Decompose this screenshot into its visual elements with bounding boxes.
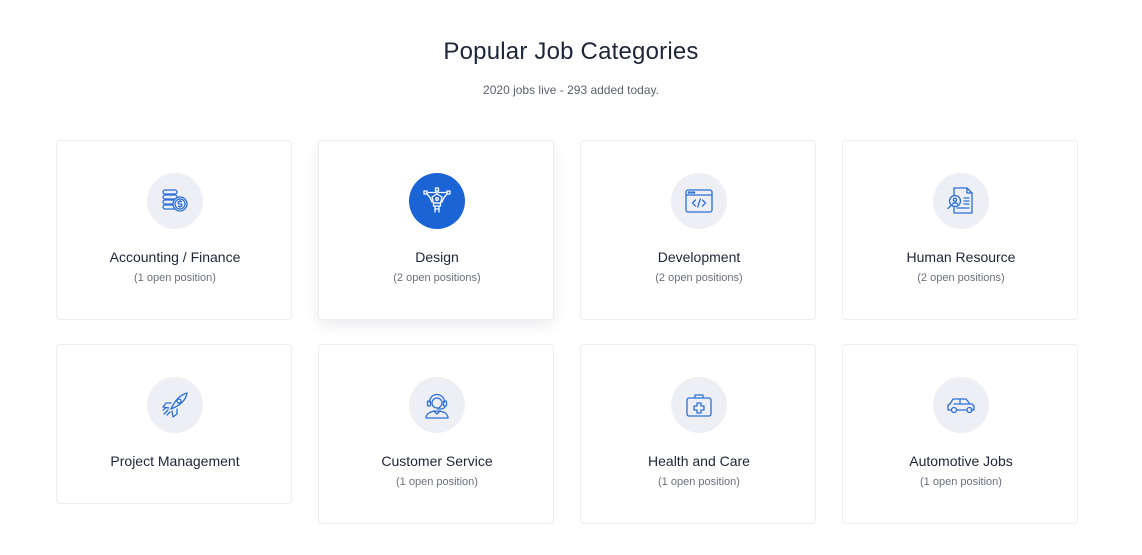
resume-search-icon	[947, 187, 973, 214]
headset-agent-icon	[425, 393, 449, 419]
category-name: Accounting / Finance	[109, 249, 241, 265]
category-name: Human Resource	[906, 249, 1016, 265]
medical-kit-icon	[686, 394, 712, 417]
category-icon-circle	[671, 377, 727, 433]
category-name: Design	[415, 249, 459, 265]
category-icon-circle	[147, 377, 203, 433]
section-subtitle: 2020 jobs live - 293 added today.	[483, 83, 659, 97]
category-name: Development	[657, 249, 741, 265]
category-name: Health and Care	[648, 453, 750, 469]
category-icon-circle	[409, 377, 465, 433]
category-icon-circle	[933, 377, 989, 433]
category-count: (2 open positions)	[917, 272, 1005, 284]
section-title: Popular Job Categories	[443, 38, 699, 65]
category-icon-circle	[933, 173, 989, 229]
category-count: (1 open position)	[134, 272, 216, 284]
rocket-icon	[162, 392, 188, 418]
category-card-development[interactable]: Development (2 open positions)	[580, 140, 816, 320]
category-name: Automotive Jobs	[909, 453, 1013, 469]
category-count: (1 open position)	[658, 476, 740, 488]
category-count: (1 open position)	[920, 476, 1002, 488]
code-window-icon	[685, 189, 713, 213]
category-icon-circle	[671, 173, 727, 229]
car-icon	[947, 398, 975, 414]
category-count: (2 open positions)	[393, 272, 481, 284]
category-card-automotive-jobs[interactable]: Automotive Jobs (1 open position)	[842, 344, 1078, 524]
category-icon-circle	[409, 173, 465, 229]
category-name: Customer Service	[381, 453, 493, 469]
category-card-health-and-care[interactable]: Health and Care (1 open position)	[580, 344, 816, 524]
category-card-customer-service[interactable]: Customer Service (1 open position)	[318, 344, 554, 524]
pen-tool-icon	[423, 187, 451, 213]
category-count: (2 open positions)	[655, 272, 743, 284]
category-icon-circle	[147, 173, 203, 229]
category-card-human-resource[interactable]: Human Resource (2 open positions)	[842, 140, 1078, 320]
category-card-design[interactable]: Design (2 open positions)	[318, 140, 554, 320]
coins-icon	[162, 189, 188, 212]
category-card-accounting-finance[interactable]: Accounting / Finance (1 open position)	[56, 140, 292, 320]
category-name: Project Management	[110, 453, 240, 469]
category-card-project-management[interactable]: Project Management	[56, 344, 292, 504]
category-count: (1 open position)	[396, 476, 478, 488]
